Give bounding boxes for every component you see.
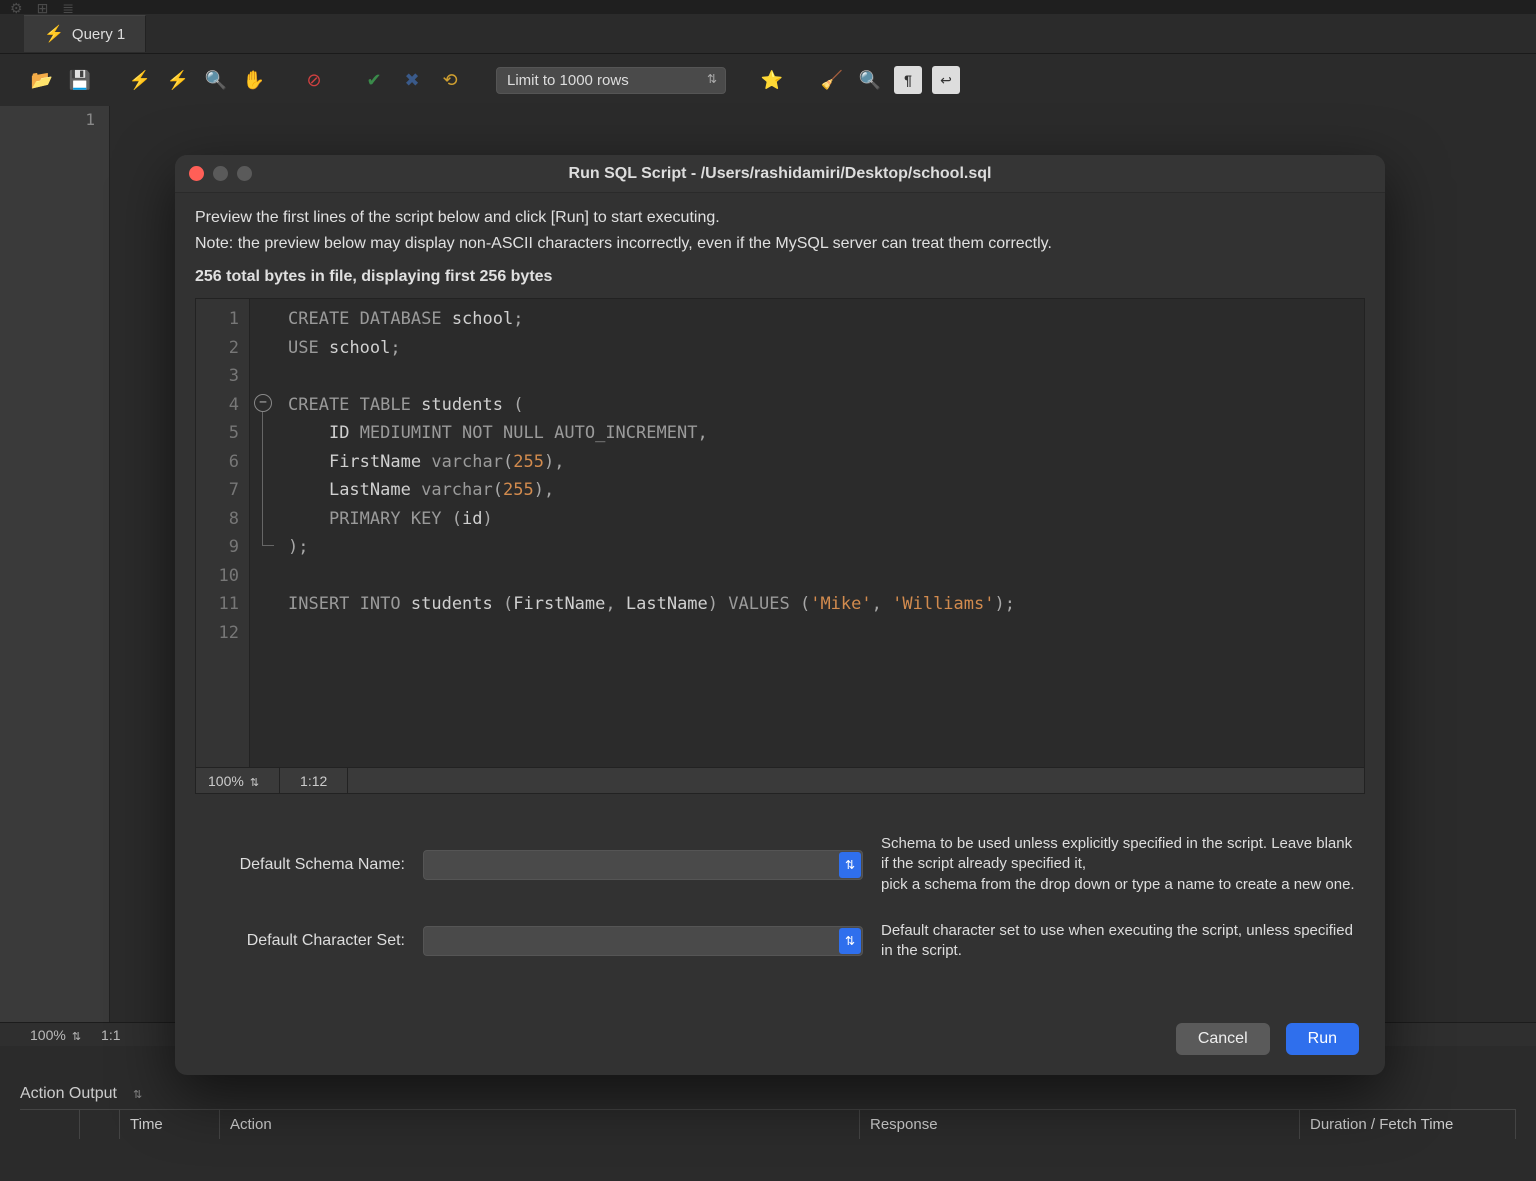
chevron-updown-icon[interactable]: ⇅ — [839, 928, 861, 954]
rollback-icon[interactable]: ✖ — [398, 66, 426, 94]
wrap-icon[interactable]: ↩ — [932, 66, 960, 94]
app-menu-strip: ⚙⊞≣ — [0, 0, 1536, 14]
editor-toolbar: 📂 💾 ⚡ ⚡ 🔍 ✋ ⊘ ✔ ✖ ⟲ Limit to 1000 rows ⭐… — [0, 54, 1536, 106]
charset-combobox[interactable]: ⇅ — [423, 926, 863, 956]
col-duration: Duration / Fetch Time — [1300, 1110, 1516, 1139]
maximize-icon — [237, 166, 252, 181]
action-output-panel: Action Output Time Action Response Durat… — [20, 1085, 1516, 1139]
col-time: Time — [120, 1110, 220, 1139]
run-sql-script-dialog: Run SQL Script - /Users/rashidamiri/Desk… — [175, 155, 1385, 1075]
tab-label: Query 1 — [72, 26, 125, 43]
preview-cursor: 1:12 — [300, 773, 327, 789]
tab-query-1[interactable]: ⚡ Query 1 — [24, 15, 146, 52]
execute-step-icon[interactable]: ⚡ — [164, 66, 192, 94]
limit-rows-select[interactable]: Limit to 1000 rows — [496, 67, 726, 94]
stop-icon[interactable]: ✋ — [240, 66, 268, 94]
dialog-buttons: Cancel Run — [1176, 1023, 1359, 1055]
bg-zoom[interactable]: 100% — [30, 1027, 81, 1043]
bytes-summary: 256 total bytes in file, displaying firs… — [195, 266, 1365, 288]
lightning-icon: ⚡ — [44, 24, 64, 44]
bg-gutter: 1 — [0, 106, 110, 1046]
charset-label: Default Character Set: — [205, 932, 405, 950]
charset-hint: Default character set to use when execut… — [881, 921, 1355, 962]
script-preview: 1 2 3 4 5 6 7 8 9 10 11 12 − CREATE DATA… — [195, 298, 1365, 768]
close-icon[interactable] — [189, 166, 204, 181]
code-content[interactable]: CREATE DATABASE school; USE school; CREA… — [278, 299, 1364, 767]
run-button[interactable]: Run — [1286, 1023, 1359, 1055]
col-action: Action — [220, 1110, 860, 1139]
preview-zoom[interactable]: 100% — [208, 773, 259, 789]
toggle-icon[interactable]: ⊘ — [300, 66, 328, 94]
tab-bar: ⚡ Query 1 — [0, 14, 1536, 54]
commit-icon[interactable]: ✔ — [360, 66, 388, 94]
preview-statusbar: 100% 1:12 — [195, 768, 1365, 794]
save-icon[interactable]: 💾 — [66, 66, 94, 94]
line-numbers: 1 2 3 4 5 6 7 8 9 10 11 12 — [196, 299, 250, 767]
schema-combobox[interactable]: ⇅ — [423, 850, 863, 880]
chevron-updown-icon[interactable]: ⇅ — [839, 852, 861, 878]
dialog-form: Default Schema Name: ⇅ Schema to be used… — [205, 834, 1355, 961]
explain-icon[interactable]: 🔍 — [202, 66, 230, 94]
dialog-instructions: Preview the first lines of the script be… — [175, 193, 1385, 288]
cancel-button[interactable]: Cancel — [1176, 1023, 1270, 1055]
schema-hint: Schema to be used unless explicitly spec… — [881, 834, 1355, 895]
find-icon[interactable]: 🔍 — [856, 66, 884, 94]
execute-icon[interactable]: ⚡ — [126, 66, 154, 94]
favorite-icon[interactable]: ⭐ — [758, 66, 786, 94]
beautify-icon[interactable]: 🧹 — [818, 66, 846, 94]
action-output-header: Time Action Response Duration / Fetch Ti… — [20, 1109, 1516, 1139]
col-response: Response — [860, 1110, 1300, 1139]
action-output-selector[interactable]: Action Output — [20, 1085, 1516, 1109]
schema-label: Default Schema Name: — [205, 856, 405, 874]
dialog-titlebar[interactable]: Run SQL Script - /Users/rashidamiri/Desk… — [175, 155, 1385, 193]
fold-gutter: − — [250, 299, 278, 767]
bg-cursor-pos: 1:1 — [101, 1027, 120, 1043]
dialog-title: Run SQL Script - /Users/rashidamiri/Desk… — [569, 165, 992, 183]
open-file-icon[interactable]: 📂 — [28, 66, 56, 94]
autocommit-icon[interactable]: ⟲ — [436, 66, 464, 94]
fold-toggle-icon[interactable]: − — [254, 394, 272, 412]
window-controls — [189, 166, 252, 181]
minimize-icon — [213, 166, 228, 181]
invisible-chars-icon[interactable]: ¶ — [894, 66, 922, 94]
